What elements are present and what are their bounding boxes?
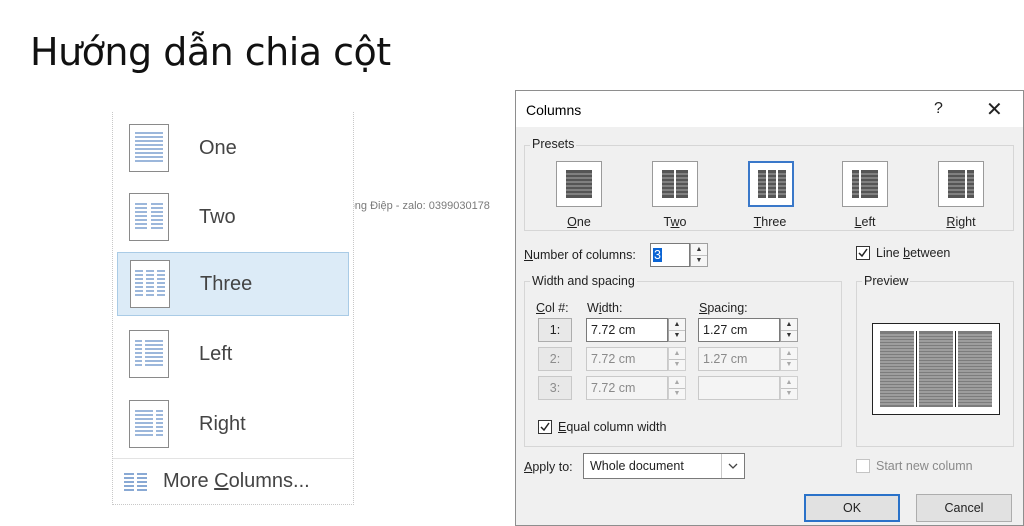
preset-one-icon xyxy=(566,170,592,198)
right-column-icon xyxy=(129,400,169,448)
col-1-spacing-input[interactable]: 1.27 cm xyxy=(698,318,780,342)
preset-right-icon xyxy=(948,170,974,198)
gallery-item-two[interactable]: Two xyxy=(117,185,349,249)
columns-gallery: One Two Three Left Right More Columns... xyxy=(112,112,354,505)
apply-to-label: Apply to: xyxy=(524,460,573,474)
col-2-label: 2: xyxy=(538,347,572,371)
preview-page-image xyxy=(872,323,1000,415)
two-columns-icon xyxy=(129,193,169,241)
gallery-item-left[interactable]: Left xyxy=(117,322,349,386)
preset-two-button[interactable] xyxy=(652,161,698,207)
preset-left-button[interactable] xyxy=(842,161,888,207)
chevron-down-icon[interactable] xyxy=(721,454,744,478)
col-3-spacing-input[interactable] xyxy=(698,376,780,400)
three-columns-icon xyxy=(130,260,170,308)
preset-two-icon xyxy=(662,170,688,198)
preset-three-button[interactable] xyxy=(748,161,794,207)
col-3-width-spinner[interactable]: ▲ ▼ xyxy=(668,376,686,400)
checkmark-icon xyxy=(858,248,868,258)
cancel-button[interactable]: Cancel xyxy=(916,494,1012,522)
preset-left-icon xyxy=(852,170,878,198)
col-1-label: 1: xyxy=(538,318,572,342)
preset-three-icon xyxy=(758,170,786,198)
help-icon[interactable]: ? xyxy=(934,100,943,118)
spin-down-icon[interactable]: ▼ xyxy=(691,255,707,266)
col-2-spacing-spinner[interactable]: ▲ ▼ xyxy=(780,347,798,371)
width-header: Width: xyxy=(587,301,623,315)
gallery-label-left: Left xyxy=(199,342,233,365)
number-of-columns-input[interactable]: 3 xyxy=(650,243,690,267)
more-columns-label: More Columns... xyxy=(163,470,310,492)
presets-label: Presets xyxy=(530,137,577,151)
gallery-label-one: One xyxy=(199,136,237,159)
preset-right-label: Right xyxy=(946,215,976,229)
more-columns-icon xyxy=(124,473,147,491)
preview-label: Preview xyxy=(862,274,911,288)
ok-button[interactable]: OK xyxy=(804,494,900,522)
dialog-title: Columns xyxy=(526,102,582,118)
col-2-width-input[interactable]: 7.72 cm xyxy=(586,347,668,371)
preset-three-label: Three xyxy=(753,215,787,229)
equal-column-width-label: Equal column width xyxy=(558,420,667,434)
equal-column-width-checkbox[interactable] xyxy=(538,420,552,434)
col-3-width-input[interactable]: 7.72 cm xyxy=(586,376,668,400)
gallery-item-one[interactable]: One xyxy=(117,116,349,180)
col-1-width-input[interactable]: 7.72 cm xyxy=(586,318,668,342)
col-3-label: 3: xyxy=(538,376,572,400)
apply-to-select[interactable]: Whole document xyxy=(583,453,745,479)
spacing-header: Spacing: xyxy=(699,301,748,315)
gallery-item-three[interactable]: Three xyxy=(117,252,349,316)
col-2-width-spinner[interactable]: ▲ ▼ xyxy=(668,347,686,371)
col-2-spacing-input[interactable]: 1.27 cm xyxy=(698,347,780,371)
gallery-item-right[interactable]: Right xyxy=(117,392,349,456)
columns-dialog: Columns ? ✕ Presets One Two Three Left R… xyxy=(515,90,1024,526)
number-of-columns-spinner[interactable]: ▲ ▼ xyxy=(690,243,708,267)
col-1-spacing-spinner[interactable]: ▲ ▼ xyxy=(780,318,798,342)
gallery-label-right: Right xyxy=(199,412,246,435)
number-of-columns-label: Number of columns: xyxy=(524,248,636,262)
preset-two-label: Two xyxy=(663,215,687,229)
line-between-checkbox[interactable] xyxy=(856,246,870,260)
dialog-titlebar: Columns ? ✕ xyxy=(516,91,1023,127)
col-1-width-spinner[interactable]: ▲ ▼ xyxy=(668,318,686,342)
col-number-header: Col #: xyxy=(536,301,569,315)
apply-to-value: Whole document xyxy=(590,459,684,473)
line-between-label: Line between xyxy=(876,246,951,260)
width-spacing-label: Width and spacing xyxy=(530,274,637,288)
preset-one-label: One xyxy=(567,215,591,229)
close-icon[interactable]: ✕ xyxy=(986,97,1003,122)
gallery-label-two: Two xyxy=(199,205,236,228)
preset-left-label: Left xyxy=(854,215,876,229)
one-column-icon xyxy=(129,124,169,172)
start-new-column-label: Start new column xyxy=(876,459,973,473)
start-new-column-checkbox[interactable] xyxy=(856,459,870,473)
preset-right-button[interactable] xyxy=(938,161,984,207)
left-column-icon xyxy=(129,330,169,378)
slide-title: Hướng dẫn chia cột xyxy=(30,30,391,74)
col-3-spacing-spinner[interactable]: ▲ ▼ xyxy=(780,376,798,400)
preset-one-button[interactable] xyxy=(556,161,602,207)
more-columns-button[interactable]: More Columns... xyxy=(113,458,353,505)
checkmark-icon xyxy=(540,422,550,432)
gallery-label-three: Three xyxy=(200,272,253,295)
